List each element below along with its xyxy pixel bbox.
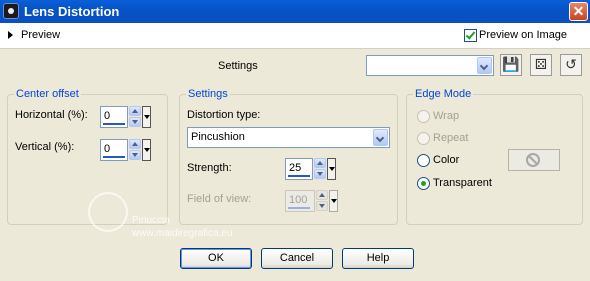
save-preset-button[interactable]: 💾 [500, 54, 522, 76]
vertical-label: Vertical (%): [15, 141, 75, 153]
preset-dropdown[interactable] [366, 55, 494, 76]
settings-legend: Settings [188, 88, 228, 100]
field-of-view-label: Field of view: [187, 193, 252, 205]
watermark-url: www.maidiregrafica.eu [132, 228, 233, 239]
repeat-radio [417, 132, 430, 145]
strength-input[interactable]: 25 [285, 158, 313, 180]
spin-down-icon [316, 201, 328, 211]
wrap-radio [417, 110, 430, 123]
preview-toggle-label[interactable]: Preview [21, 29, 60, 41]
transparent-radio[interactable] [417, 177, 430, 190]
preview-on-image-checkbox[interactable] [464, 29, 477, 42]
wrap-label: Wrap [433, 110, 460, 122]
close-button[interactable]: ✕ [569, 2, 588, 21]
preview-bar: Preview Preview on Image [0, 23, 590, 49]
color-label[interactable]: Color [433, 154, 459, 166]
reset-icon: ↺ [565, 56, 577, 72]
color-swatch[interactable] [508, 149, 560, 171]
spin-up-icon[interactable] [129, 106, 141, 116]
spin-down-icon[interactable] [314, 169, 326, 179]
spin-up-icon[interactable] [129, 139, 141, 149]
ok-button[interactable]: OK [180, 248, 252, 269]
transparent-label[interactable]: Transparent [433, 177, 492, 189]
chevron-down-icon[interactable] [477, 57, 492, 74]
field-of-view-input: 100 [285, 190, 315, 212]
cancel-button[interactable]: Cancel [261, 248, 333, 269]
distortion-type-value: Pincushion [191, 131, 245, 143]
vertical-input[interactable]: 0 [100, 139, 128, 161]
close-icon: ✕ [572, 3, 585, 19]
spin-up-icon[interactable] [314, 158, 326, 168]
settings-label: Settings [218, 60, 258, 72]
spin-up-icon [316, 190, 328, 200]
distortion-type-dropdown[interactable]: Pincushion [187, 127, 390, 148]
slider-popup-button[interactable] [142, 106, 151, 128]
watermark-logo [88, 192, 128, 232]
slider-popup-button [329, 190, 338, 212]
expand-triangle-icon[interactable] [8, 31, 13, 39]
floppy-disk-icon: 💾 [502, 56, 520, 72]
chevron-down-icon[interactable] [373, 129, 388, 146]
help-button[interactable]: Help [342, 248, 414, 269]
dice-icon: ⚄ [534, 56, 548, 72]
repeat-label: Repeat [433, 132, 469, 144]
horizontal-input[interactable]: 0 [100, 106, 128, 128]
color-radio[interactable] [417, 154, 430, 167]
reset-button[interactable]: ↺ [560, 54, 582, 76]
center-offset-legend: Center offset [16, 88, 79, 100]
spin-down-icon[interactable] [129, 150, 141, 160]
slider-popup-button[interactable] [327, 158, 336, 180]
window-title: Lens Distortion [24, 4, 120, 19]
randomize-button[interactable]: ⚄ [530, 54, 552, 76]
watermark-text: Pinuccia [132, 215, 170, 226]
preview-on-image-label[interactable]: Preview on Image [479, 29, 567, 41]
app-icon [3, 3, 19, 19]
horizontal-label: Horizontal (%): [15, 109, 88, 121]
title-bar: Lens Distortion ✕ [0, 0, 590, 23]
strength-label: Strength: [187, 162, 232, 174]
distortion-type-label: Distortion type: [187, 109, 261, 121]
no-color-icon [526, 153, 540, 167]
spin-down-icon[interactable] [129, 117, 141, 127]
slider-popup-button[interactable] [142, 139, 151, 161]
edge-mode-legend: Edge Mode [415, 88, 472, 100]
